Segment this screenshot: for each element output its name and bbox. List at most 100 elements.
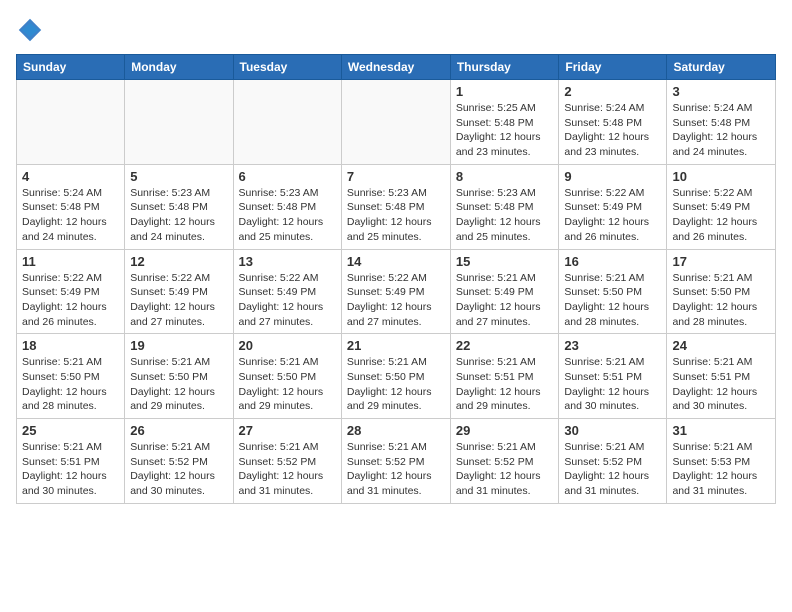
day-header-wednesday: Wednesday — [341, 55, 450, 80]
calendar-cell: 22 Sunrise: 5:21 AMSunset: 5:51 PMDayligh… — [450, 334, 559, 419]
calendar: SundayMondayTuesdayWednesdayThursdayFrid… — [16, 54, 776, 504]
page-header — [16, 16, 776, 44]
week-row-1: 1Sunrise: 5:25 AMSunset: 5:48 PMDaylight… — [17, 80, 776, 165]
calendar-cell: 25 Sunrise: 5:21 AMSunset: 5:51 PMDayligh… — [17, 419, 125, 504]
day-info: Sunrise: 5:21 AMSunset: 5:51 PMDaylight:… — [672, 355, 770, 414]
calendar-cell: 26Sunrise: 5:21 AMSunset: 5:52 PMDayligh… — [125, 419, 233, 504]
calendar-cell: 29 Sunrise: 5:21 AMSunset: 5:52 PMDayligh… — [450, 419, 559, 504]
day-header-sunday: Sunday — [17, 55, 125, 80]
day-number: 8 — [456, 169, 554, 184]
day-info: Sunrise: 5:22 AMSunset: 5:49 PMDaylight:… — [130, 271, 227, 330]
day-info: Sunrise: 5:22 AMSunset: 5:49 PMDaylight:… — [239, 271, 336, 330]
calendar-cell: 14 Sunrise: 5:22 AMSunset: 5:49 PMDayligh… — [341, 249, 450, 334]
day-number: 24 — [672, 338, 770, 353]
day-number: 16 — [564, 254, 661, 269]
day-info: Sunrise: 5:22 AMSunset: 5:49 PMDaylight:… — [564, 186, 661, 245]
day-info: Sunrise: 5:21 AMSunset: 5:50 PMDaylight:… — [239, 355, 336, 414]
calendar-cell — [125, 80, 233, 165]
day-info: Sunrise: 5:21 AMSunset: 5:50 PMDaylight:… — [672, 271, 770, 330]
calendar-cell: 7Sunrise: 5:23 AMSunset: 5:48 PMDaylight… — [341, 164, 450, 249]
calendar-cell: 10 Sunrise: 5:22 AMSunset: 5:49 PMDayligh… — [667, 164, 776, 249]
calendar-cell — [341, 80, 450, 165]
calendar-cell: 11 Sunrise: 5:22 AMSunset: 5:49 PMDayligh… — [17, 249, 125, 334]
calendar-cell: 4Sunrise: 5:24 AMSunset: 5:48 PMDaylight… — [17, 164, 125, 249]
day-info: Sunrise: 5:21 AMSunset: 5:52 PMDaylight:… — [456, 440, 554, 499]
day-number: 11 — [22, 254, 119, 269]
calendar-cell: 5 Sunrise: 5:23 AMSunset: 5:48 PMDaylight… — [125, 164, 233, 249]
day-number: 9 — [564, 169, 661, 184]
day-number: 1 — [456, 84, 554, 99]
day-info: Sunrise: 5:23 AMSunset: 5:48 PMDaylight:… — [239, 186, 336, 245]
calendar-cell: 17 Sunrise: 5:21 AMSunset: 5:50 PMDayligh… — [667, 249, 776, 334]
week-row-2: 4Sunrise: 5:24 AMSunset: 5:48 PMDaylight… — [17, 164, 776, 249]
week-row-3: 11 Sunrise: 5:22 AMSunset: 5:49 PMDayligh… — [17, 249, 776, 334]
day-info: Sunrise: 5:21 AMSunset: 5:50 PMDaylight:… — [347, 355, 445, 414]
day-number: 13 — [239, 254, 336, 269]
day-number: 14 — [347, 254, 445, 269]
day-info: Sunrise: 5:24 AMSunset: 5:48 PMDaylight:… — [672, 101, 770, 160]
day-number: 10 — [672, 169, 770, 184]
day-info: Sunrise: 5:23 AMSunset: 5:48 PMDaylight:… — [347, 186, 445, 245]
header-row: SundayMondayTuesdayWednesdayThursdayFrid… — [17, 55, 776, 80]
day-info: Sunrise: 5:21 AMSunset: 5:50 PMDaylight:… — [22, 355, 119, 414]
day-number: 20 — [239, 338, 336, 353]
day-number: 23 — [564, 338, 661, 353]
calendar-cell: 28 Sunrise: 5:21 AMSunset: 5:52 PMDayligh… — [341, 419, 450, 504]
day-header-tuesday: Tuesday — [233, 55, 341, 80]
day-number: 26 — [130, 423, 227, 438]
day-info: Sunrise: 5:22 AMSunset: 5:49 PMDaylight:… — [672, 186, 770, 245]
calendar-cell — [233, 80, 341, 165]
calendar-cell: 21 Sunrise: 5:21 AMSunset: 5:50 PMDayligh… — [341, 334, 450, 419]
calendar-cell: 8 Sunrise: 5:23 AMSunset: 5:48 PMDaylight… — [450, 164, 559, 249]
day-info: Sunrise: 5:21 AMSunset: 5:50 PMDaylight:… — [130, 355, 227, 414]
calendar-cell: 20 Sunrise: 5:21 AMSunset: 5:50 PMDayligh… — [233, 334, 341, 419]
day-number: 15 — [456, 254, 554, 269]
day-info: Sunrise: 5:24 AMSunset: 5:48 PMDaylight:… — [564, 101, 661, 160]
day-info: Sunrise: 5:21 AMSunset: 5:52 PMDaylight:… — [347, 440, 445, 499]
day-number: 5 — [130, 169, 227, 184]
day-info: Sunrise: 5:21 AMSunset: 5:53 PMDaylight:… — [672, 440, 770, 499]
calendar-cell — [17, 80, 125, 165]
calendar-cell: 16 Sunrise: 5:21 AMSunset: 5:50 PMDayligh… — [559, 249, 667, 334]
calendar-cell: 18Sunrise: 5:21 AMSunset: 5:50 PMDayligh… — [17, 334, 125, 419]
day-number: 22 — [456, 338, 554, 353]
day-header-saturday: Saturday — [667, 55, 776, 80]
day-info: Sunrise: 5:22 AMSunset: 5:49 PMDaylight:… — [22, 271, 119, 330]
day-info: Sunrise: 5:21 AMSunset: 5:52 PMDaylight:… — [564, 440, 661, 499]
day-number: 6 — [239, 169, 336, 184]
day-info: Sunrise: 5:23 AMSunset: 5:48 PMDaylight:… — [456, 186, 554, 245]
calendar-cell: 31Sunrise: 5:21 AMSunset: 5:53 PMDayligh… — [667, 419, 776, 504]
day-number: 29 — [456, 423, 554, 438]
day-header-monday: Monday — [125, 55, 233, 80]
day-info: Sunrise: 5:21 AMSunset: 5:51 PMDaylight:… — [564, 355, 661, 414]
day-number: 3 — [672, 84, 770, 99]
day-info: Sunrise: 5:21 AMSunset: 5:51 PMDaylight:… — [456, 355, 554, 414]
day-info: Sunrise: 5:23 AMSunset: 5:48 PMDaylight:… — [130, 186, 227, 245]
logo-icon — [16, 16, 44, 44]
week-row-4: 18Sunrise: 5:21 AMSunset: 5:50 PMDayligh… — [17, 334, 776, 419]
calendar-cell: 1Sunrise: 5:25 AMSunset: 5:48 PMDaylight… — [450, 80, 559, 165]
day-info: Sunrise: 5:21 AMSunset: 5:50 PMDaylight:… — [564, 271, 661, 330]
day-number: 27 — [239, 423, 336, 438]
day-number: 19 — [130, 338, 227, 353]
calendar-cell: 15Sunrise: 5:21 AMSunset: 5:49 PMDayligh… — [450, 249, 559, 334]
logo — [16, 16, 48, 44]
day-header-friday: Friday — [559, 55, 667, 80]
calendar-cell: 30 Sunrise: 5:21 AMSunset: 5:52 PMDayligh… — [559, 419, 667, 504]
calendar-cell: 6 Sunrise: 5:23 AMSunset: 5:48 PMDaylight… — [233, 164, 341, 249]
calendar-cell: 27 Sunrise: 5:21 AMSunset: 5:52 PMDayligh… — [233, 419, 341, 504]
day-info: Sunrise: 5:21 AMSunset: 5:51 PMDaylight:… — [22, 440, 119, 499]
day-number: 21 — [347, 338, 445, 353]
calendar-cell: 24 Sunrise: 5:21 AMSunset: 5:51 PMDayligh… — [667, 334, 776, 419]
day-info: Sunrise: 5:22 AMSunset: 5:49 PMDaylight:… — [347, 271, 445, 330]
day-number: 17 — [672, 254, 770, 269]
day-info: Sunrise: 5:24 AMSunset: 5:48 PMDaylight:… — [22, 186, 119, 245]
calendar-cell: 2Sunrise: 5:24 AMSunset: 5:48 PMDaylight… — [559, 80, 667, 165]
day-number: 30 — [564, 423, 661, 438]
day-info: Sunrise: 5:21 AMSunset: 5:52 PMDaylight:… — [239, 440, 336, 499]
calendar-cell: 13 Sunrise: 5:22 AMSunset: 5:49 PMDayligh… — [233, 249, 341, 334]
day-number: 28 — [347, 423, 445, 438]
day-number: 25 — [22, 423, 119, 438]
calendar-cell: 12Sunrise: 5:22 AMSunset: 5:49 PMDayligh… — [125, 249, 233, 334]
week-row-5: 25 Sunrise: 5:21 AMSunset: 5:51 PMDayligh… — [17, 419, 776, 504]
